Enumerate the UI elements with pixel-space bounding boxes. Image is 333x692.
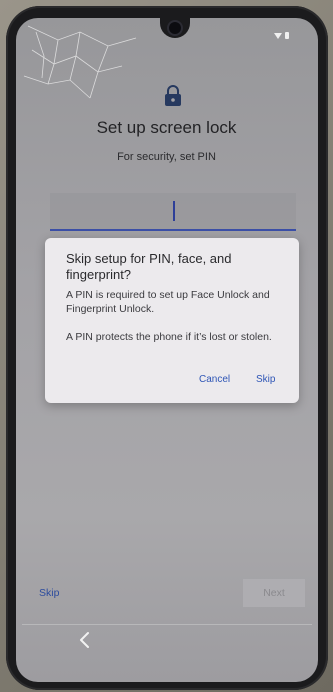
battery-icon [285,32,289,39]
dialog-cancel-button[interactable]: Cancel [199,374,230,385]
nav-bar-divider [22,624,312,625]
text-cursor [173,201,175,221]
pin-input-underline [50,229,296,231]
dialog-title: Skip setup for PIN, face, and fingerprin… [66,251,232,282]
page-title: Set up screen lock [96,118,237,137]
dialog-skip-button[interactable]: Skip [256,374,275,385]
lock-icon [165,85,181,106]
back-icon[interactable] [76,630,92,650]
status-bar [274,32,289,39]
dialog-message-lost-stolen: A PIN protects the phone if it’s lost or… [66,331,272,343]
skip-button[interactable]: Skip [39,587,59,599]
front-camera [169,22,181,34]
wifi-icon [274,32,282,39]
photo-background: Set up screen lock For security, set PIN… [0,0,333,692]
next-button[interactable]: Next [243,579,305,607]
dialog-message-face-fingerprint: A PIN is required to set up Face Unlock … [66,289,270,315]
skip-setup-dialog: Skip setup for PIN, face, and fingerprin… [45,238,299,403]
page-subtitle: For security, set PIN [117,151,216,163]
